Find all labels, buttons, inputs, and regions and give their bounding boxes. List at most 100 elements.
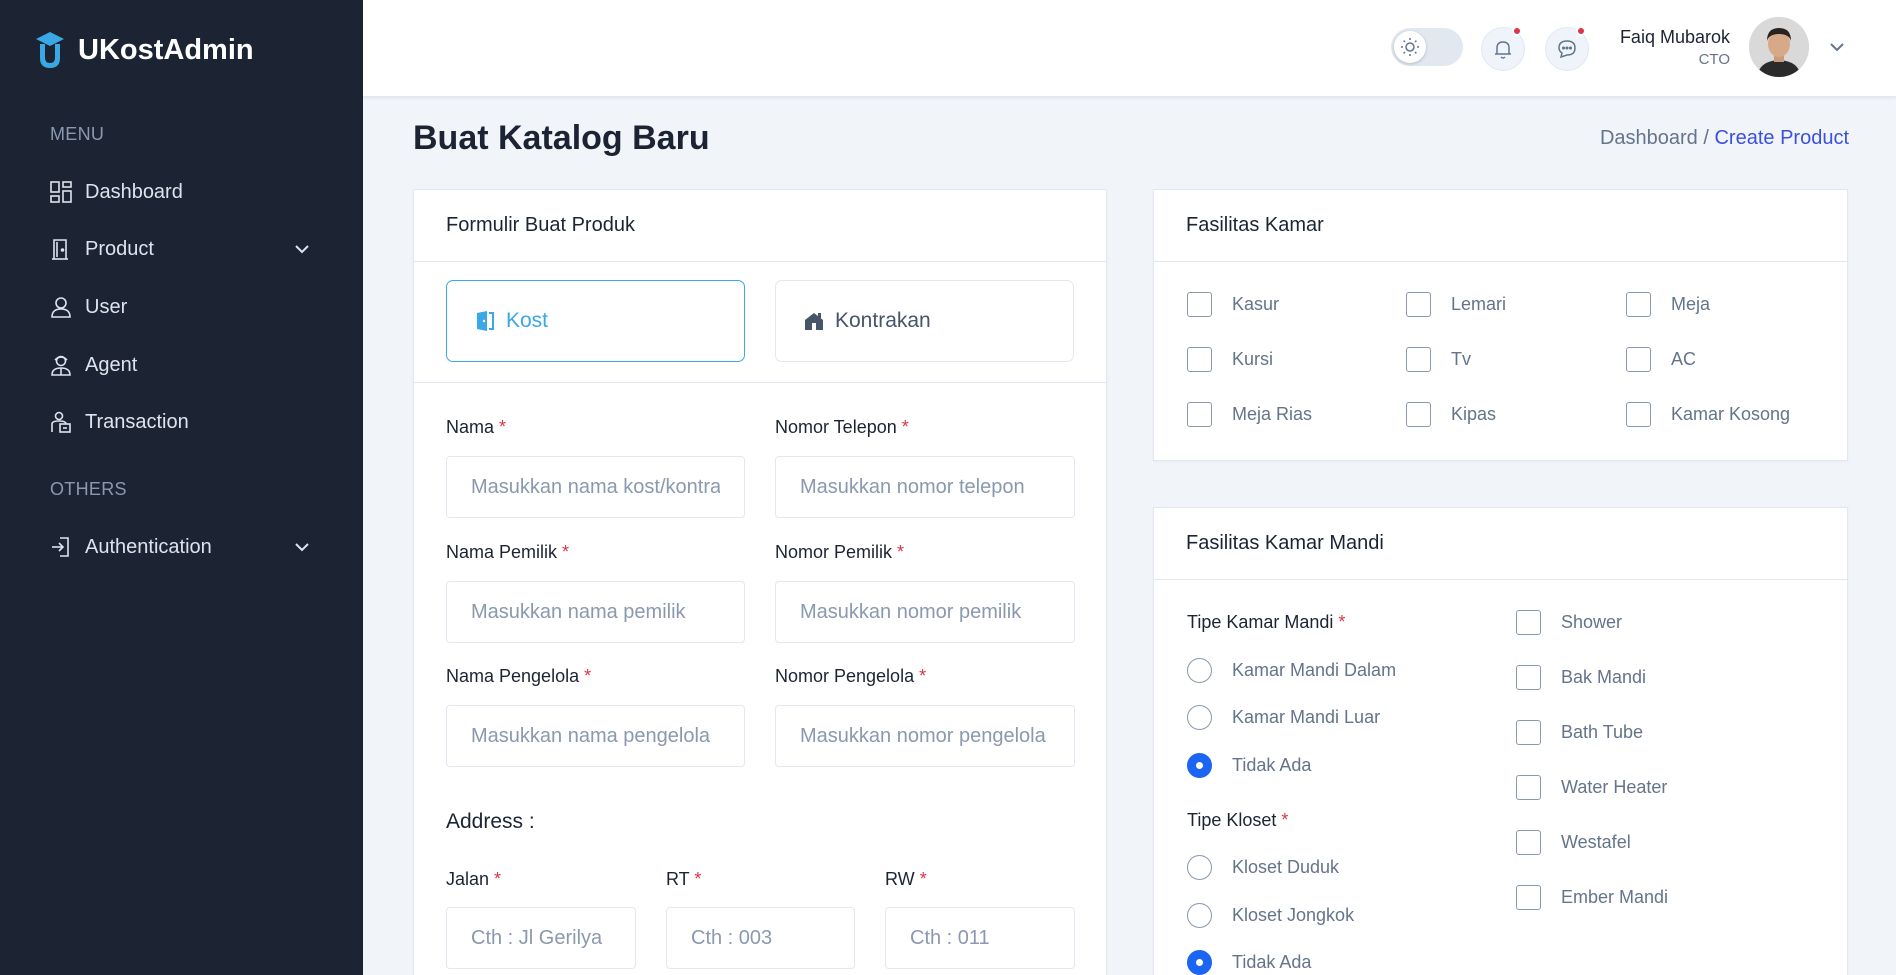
radio-circle-selected[interactable] bbox=[1187, 753, 1212, 778]
radio-kamar-mandi-luar[interactable]: Kamar Mandi Luar bbox=[1187, 705, 1380, 730]
sidebar-item-user[interactable]: User bbox=[50, 287, 312, 327]
radio-tidak-ada-kamar-mandi[interactable]: Tidak Ada bbox=[1187, 753, 1311, 778]
checkbox-westafel[interactable]: Westafel bbox=[1516, 830, 1631, 855]
checkbox-bak-mandi[interactable]: Bak Mandi bbox=[1516, 665, 1646, 690]
radio-circle[interactable] bbox=[1187, 705, 1212, 730]
checkbox-label: Bak Mandi bbox=[1561, 667, 1647, 687]
radio-label: Kamar Mandi Luar bbox=[1232, 707, 1381, 727]
rt-input[interactable] bbox=[666, 907, 855, 969]
checkbox-kursi[interactable]: Kursi bbox=[1187, 347, 1273, 372]
checkbox-label: Ember Mandi bbox=[1561, 887, 1669, 907]
checkbox-box[interactable] bbox=[1516, 610, 1541, 635]
checkbox-label: Westafel bbox=[1561, 832, 1631, 852]
radio-kamar-mandi-dalam[interactable]: Kamar Mandi Dalam bbox=[1187, 658, 1396, 683]
nomor-pemilik-input[interactable] bbox=[775, 581, 1075, 643]
radio-circle[interactable] bbox=[1187, 903, 1212, 928]
radio-tidak-ada-kloset[interactable]: Tidak Ada bbox=[1187, 950, 1311, 975]
checkbox-kasur[interactable]: Kasur bbox=[1187, 292, 1279, 317]
nomor-pengelola-input[interactable] bbox=[775, 705, 1075, 767]
notification-button[interactable] bbox=[1481, 26, 1525, 71]
telepon-input[interactable] bbox=[775, 456, 1075, 518]
sidebar-item-product[interactable]: Product bbox=[50, 229, 312, 269]
checkbox-ac[interactable]: AC bbox=[1626, 347, 1696, 372]
checkbox-box[interactable] bbox=[1516, 830, 1541, 855]
radio-label: Kloset Duduk bbox=[1232, 857, 1340, 877]
checkbox-box[interactable] bbox=[1406, 292, 1431, 317]
type-kost-label: Kost bbox=[506, 309, 549, 332]
checkbox-box[interactable] bbox=[1626, 347, 1651, 372]
dark-mode-toggle[interactable] bbox=[1391, 28, 1463, 66]
transaction-icon bbox=[50, 411, 72, 433]
checkbox-box[interactable] bbox=[1516, 885, 1541, 910]
checkbox-box[interactable] bbox=[1406, 402, 1431, 427]
checkbox-meja[interactable]: Meja bbox=[1626, 292, 1710, 317]
sidebar-item-transaction[interactable]: Transaction bbox=[50, 402, 312, 442]
checkbox-tv[interactable]: Tv bbox=[1406, 347, 1471, 372]
type-kost-button[interactable]: Kost bbox=[446, 280, 745, 362]
notification-dot bbox=[1512, 26, 1522, 36]
house-icon bbox=[803, 310, 825, 332]
nama-input[interactable] bbox=[446, 456, 745, 518]
pengelola-label: Nama Pengelola * bbox=[446, 666, 592, 686]
checkbox-box[interactable] bbox=[1187, 292, 1212, 317]
divider bbox=[414, 382, 1106, 383]
checkbox-box[interactable] bbox=[1516, 665, 1541, 690]
radio-kloset-duduk[interactable]: Kloset Duduk bbox=[1187, 855, 1339, 880]
checkbox-shower[interactable]: Shower bbox=[1516, 610, 1622, 635]
checkbox-water-heater[interactable]: Water Heater bbox=[1516, 775, 1667, 800]
avatar-image bbox=[1749, 17, 1809, 77]
sidebar-item-label: Product bbox=[85, 237, 154, 260]
jalan-input[interactable] bbox=[446, 907, 636, 969]
sidebar-item-label: Dashboard bbox=[85, 180, 183, 203]
user-name[interactable]: Faiq Mubarok bbox=[1620, 27, 1730, 48]
checkbox-label: Tv bbox=[1451, 349, 1471, 369]
logo-icon bbox=[36, 32, 64, 68]
checkbox-box[interactable] bbox=[1187, 347, 1212, 372]
top-header: Faiq Mubarok CTO bbox=[363, 0, 1896, 97]
checkbox-box[interactable] bbox=[1406, 347, 1431, 372]
checkbox-lemari[interactable]: Lemari bbox=[1406, 292, 1506, 317]
agent-icon bbox=[50, 354, 72, 376]
user-role: CTO bbox=[1698, 51, 1730, 68]
pengelola-input[interactable] bbox=[446, 705, 745, 767]
menu-heading: MENU bbox=[50, 124, 105, 144]
breadcrumb: Dashboard / Create Product bbox=[1600, 127, 1849, 150]
radio-circle[interactable] bbox=[1187, 658, 1212, 683]
brand-logo-link[interactable]: UKostAdmin bbox=[34, 30, 254, 70]
avatar[interactable] bbox=[1749, 17, 1809, 77]
checkbox-box[interactable] bbox=[1516, 720, 1541, 745]
checkbox-box[interactable] bbox=[1187, 402, 1212, 427]
checkbox-kipas[interactable]: Kipas bbox=[1406, 402, 1496, 427]
radio-circle-selected[interactable] bbox=[1187, 950, 1212, 975]
messages-button[interactable] bbox=[1545, 26, 1589, 71]
tipe-kamar-mandi-label: Tipe Kamar Mandi * bbox=[1187, 612, 1346, 632]
checkbox-box[interactable] bbox=[1626, 402, 1651, 427]
checkbox-ember-mandi[interactable]: Ember Mandi bbox=[1516, 885, 1668, 910]
door-open-icon bbox=[474, 310, 496, 332]
breadcrumb-current: Create Product bbox=[1714, 127, 1849, 149]
chevron-down-icon[interactable] bbox=[1826, 36, 1848, 58]
checkbox-label: Kasur bbox=[1232, 294, 1280, 314]
door-icon bbox=[50, 238, 72, 260]
checkbox-meja-rias[interactable]: Meja Rias bbox=[1187, 402, 1312, 427]
radio-kloset-jongkok[interactable]: Kloset Jongkok bbox=[1187, 903, 1354, 928]
checkbox-box[interactable] bbox=[1626, 292, 1651, 317]
sun-icon bbox=[1394, 31, 1426, 63]
radio-label: Tidak Ada bbox=[1232, 952, 1312, 972]
radio-label: Kloset Jongkok bbox=[1232, 905, 1355, 925]
checkbox-box[interactable] bbox=[1516, 775, 1541, 800]
dashboard-icon bbox=[50, 181, 72, 203]
sidebar-item-agent[interactable]: Agent bbox=[50, 345, 312, 385]
sidebar-item-authentication[interactable]: Authentication bbox=[50, 527, 312, 567]
radio-circle[interactable] bbox=[1187, 855, 1212, 880]
tipe-kloset-label: Tipe Kloset * bbox=[1187, 810, 1289, 830]
checkbox-kamar-kosong[interactable]: Kamar Kosong bbox=[1626, 402, 1790, 427]
pemilik-input[interactable] bbox=[446, 581, 745, 643]
breadcrumb-home-link[interactable]: Dashboard / bbox=[1600, 127, 1709, 149]
checkbox-label: AC bbox=[1671, 349, 1697, 369]
rw-input[interactable] bbox=[885, 907, 1075, 969]
sidebar-item-dashboard[interactable]: Dashboard bbox=[50, 172, 312, 212]
checkbox-label: Kipas bbox=[1451, 404, 1497, 424]
checkbox-bath-tube[interactable]: Bath Tube bbox=[1516, 720, 1643, 745]
type-kontrakan-button[interactable]: Kontrakan bbox=[775, 280, 1074, 362]
